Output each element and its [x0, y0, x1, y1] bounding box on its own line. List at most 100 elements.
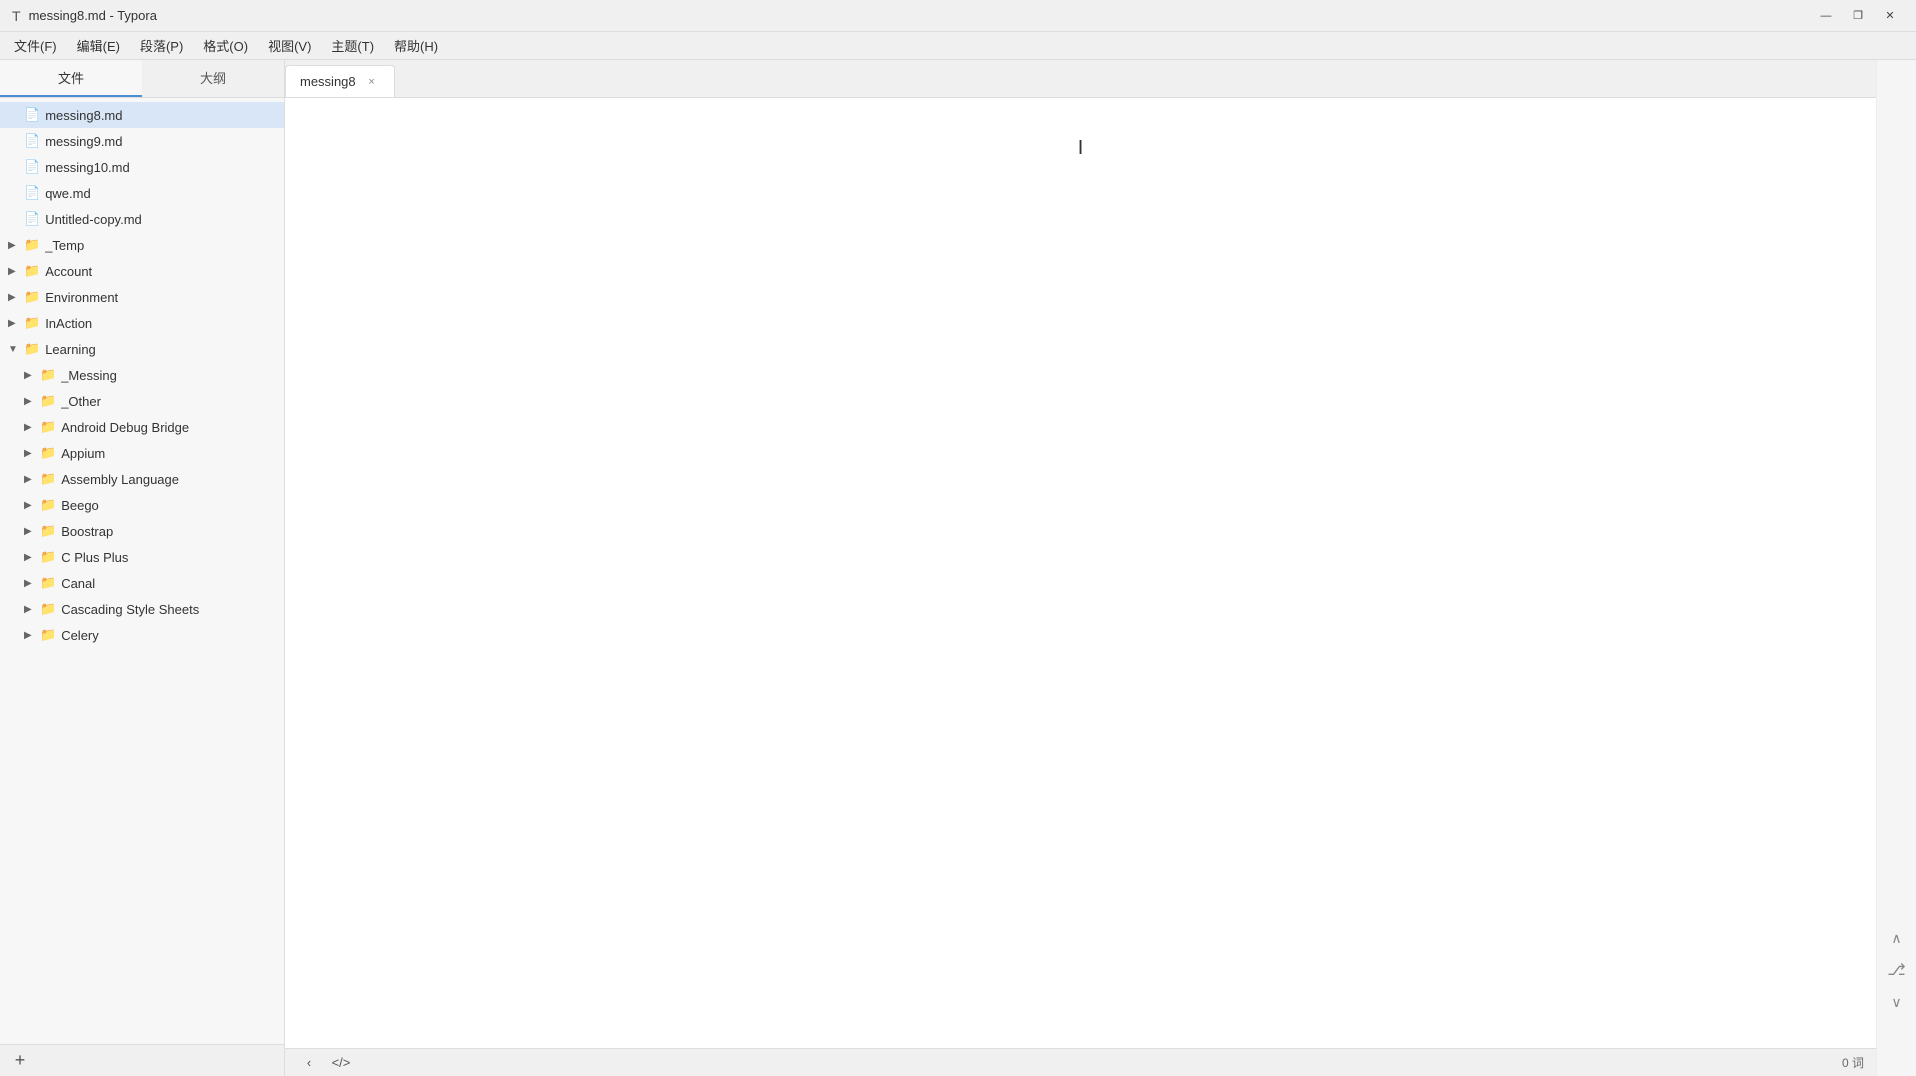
folder-icon: 📁: [40, 575, 56, 591]
text-cursor: I: [1078, 138, 1084, 158]
tree-item-assembly-language[interactable]: ▶ 📁 Assembly Language: [0, 466, 284, 492]
menu-theme[interactable]: 主题(T): [321, 32, 384, 59]
file-icon: 📄: [24, 159, 40, 175]
tree-item-untitled-copy[interactable]: 📄 Untitled-copy.md: [0, 206, 284, 232]
arrow-collapsed: ▶: [24, 604, 40, 615]
tree-item-account[interactable]: ▶ 📁 Account: [0, 258, 284, 284]
arrow-collapsed: ▶: [24, 500, 40, 511]
menu-format[interactable]: 格式(O): [193, 32, 258, 59]
folder-icon: 📁: [40, 627, 56, 643]
arrow-collapsed: ▶: [24, 396, 40, 407]
tree-item-canal[interactable]: ▶ 📁 Canal: [0, 570, 284, 596]
folder-icon: 📁: [24, 289, 40, 305]
file-label-messing8: messing8.md: [45, 108, 276, 123]
menu-file[interactable]: 文件(F): [4, 32, 67, 59]
arrow-collapsed: ▶: [24, 552, 40, 563]
version-icon: ⎇: [1887, 960, 1905, 980]
tab-bar: messing8 ×: [285, 60, 1876, 98]
title-bar-left: T messing8.md - Typora: [12, 8, 157, 24]
file-icon: 📄: [24, 185, 40, 201]
menu-paragraph[interactable]: 段落(P): [130, 32, 193, 59]
scroll-down-button[interactable]: ∨: [1883, 988, 1911, 1016]
tree-item-c-plus-plus[interactable]: ▶ 📁 C Plus Plus: [0, 544, 284, 570]
folder-icon: 📁: [24, 263, 40, 279]
tree-item-android-debug-bridge[interactable]: ▶ 📁 Android Debug Bridge: [0, 414, 284, 440]
arrow-expanded: ▼: [8, 344, 24, 355]
editor-content[interactable]: I: [285, 98, 1876, 1048]
folder-label-assembly-language: Assembly Language: [61, 472, 276, 487]
file-icon: 📄: [24, 211, 40, 227]
right-panel: ∧ ⎇ ∨: [1876, 60, 1916, 1076]
folder-label-other-sub: _Other: [61, 394, 276, 409]
menu-edit[interactable]: 编辑(E): [67, 32, 130, 59]
tree-item-cascading-style-sheets[interactable]: ▶ 📁 Cascading Style Sheets: [0, 596, 284, 622]
folder-label-environment: Environment: [45, 290, 276, 305]
title-bar: T messing8.md - Typora — ❐ ✕: [0, 0, 1916, 32]
nav-back-button[interactable]: ‹: [297, 1052, 321, 1074]
folder-icon: 📁: [40, 523, 56, 539]
folder-icon: 📁: [24, 315, 40, 331]
tab-close-button[interactable]: ×: [364, 74, 380, 90]
file-icon: 📄: [24, 107, 40, 123]
minimize-button[interactable]: —: [1812, 4, 1840, 28]
tree-item-beego[interactable]: ▶ 📁 Beego: [0, 492, 284, 518]
tree-item-bootstrap[interactable]: ▶ 📁 Boostrap: [0, 518, 284, 544]
nav-code-button[interactable]: </>: [329, 1052, 353, 1074]
tree-item-learning[interactable]: ▼ 📁 Learning: [0, 336, 284, 362]
menu-help[interactable]: 帮助(H): [384, 32, 448, 59]
main-layout: 文件 大纲 📄 messing8.md 📄 messing9.md 📄 mess…: [0, 60, 1916, 1076]
tree-item-qwe[interactable]: 📄 qwe.md: [0, 180, 284, 206]
maximize-button[interactable]: ❐: [1844, 4, 1872, 28]
folder-icon: 📁: [40, 445, 56, 461]
file-label-messing9: messing9.md: [45, 134, 276, 149]
scroll-up-button[interactable]: ∧: [1883, 924, 1911, 952]
title-bar-controls: — ❐ ✕: [1812, 4, 1904, 28]
folder-icon: 📁: [40, 419, 56, 435]
folder-label-beego: Beego: [61, 498, 276, 513]
app-icon: T: [12, 8, 21, 24]
tree-item-messing10[interactable]: 📄 messing10.md: [0, 154, 284, 180]
folder-icon: 📁: [40, 601, 56, 617]
editor-tab-messing8[interactable]: messing8 ×: [285, 65, 395, 97]
folder-label-messing-sub: _Messing: [61, 368, 276, 383]
folder-label-learning: Learning: [45, 342, 276, 357]
tree-item-messing9[interactable]: 📄 messing9.md: [0, 128, 284, 154]
arrow-collapsed: ▶: [8, 292, 24, 303]
arrow-collapsed: ▶: [8, 266, 24, 277]
folder-label-appium: Appium: [61, 446, 276, 461]
folder-icon: 📁: [40, 549, 56, 565]
folder-icon: 📁: [24, 341, 40, 357]
arrow-collapsed: ▶: [8, 318, 24, 329]
file-tree: 📄 messing8.md 📄 messing9.md 📄 messing10.…: [0, 98, 284, 1044]
sidebar-tabs: 文件 大纲: [0, 60, 284, 98]
arrow-collapsed: ▶: [24, 370, 40, 381]
menu-view[interactable]: 视图(V): [258, 32, 321, 59]
folder-label-cascading-style-sheets: Cascading Style Sheets: [61, 602, 276, 617]
file-label-messing10: messing10.md: [45, 160, 276, 175]
tree-item-inaction[interactable]: ▶ 📁 InAction: [0, 310, 284, 336]
tree-item-messing8[interactable]: 📄 messing8.md: [0, 102, 284, 128]
sidebar-bottom: +: [0, 1044, 284, 1076]
close-button[interactable]: ✕: [1876, 4, 1904, 28]
tree-item-environment[interactable]: ▶ 📁 Environment: [0, 284, 284, 310]
tab-outline[interactable]: 大纲: [142, 60, 284, 97]
add-file-button[interactable]: +: [8, 1049, 32, 1073]
tab-files[interactable]: 文件: [0, 60, 142, 97]
arrow-collapsed: ▶: [8, 240, 24, 251]
tree-item-other-sub[interactable]: ▶ 📁 _Other: [0, 388, 284, 414]
file-label-untitled-copy: Untitled-copy.md: [45, 212, 276, 227]
folder-label-celery: Celery: [61, 628, 276, 643]
tree-item-celery[interactable]: ▶ 📁 Celery: [0, 622, 284, 648]
tree-item-messing-sub[interactable]: ▶ 📁 _Messing: [0, 362, 284, 388]
folder-label-c-plus-plus: C Plus Plus: [61, 550, 276, 565]
folder-icon: 📁: [40, 367, 56, 383]
tree-item-temp[interactable]: ▶ 📁 _Temp: [0, 232, 284, 258]
arrow-collapsed: ▶: [24, 448, 40, 459]
folder-icon: 📁: [40, 393, 56, 409]
bottom-bar: ‹ </> 0 词: [285, 1048, 1876, 1076]
folder-label-android-debug-bridge: Android Debug Bridge: [61, 420, 276, 435]
folder-label-inaction: InAction: [45, 316, 276, 331]
tree-item-appium[interactable]: ▶ 📁 Appium: [0, 440, 284, 466]
arrow-collapsed: ▶: [24, 578, 40, 589]
folder-label-canal: Canal: [61, 576, 276, 591]
